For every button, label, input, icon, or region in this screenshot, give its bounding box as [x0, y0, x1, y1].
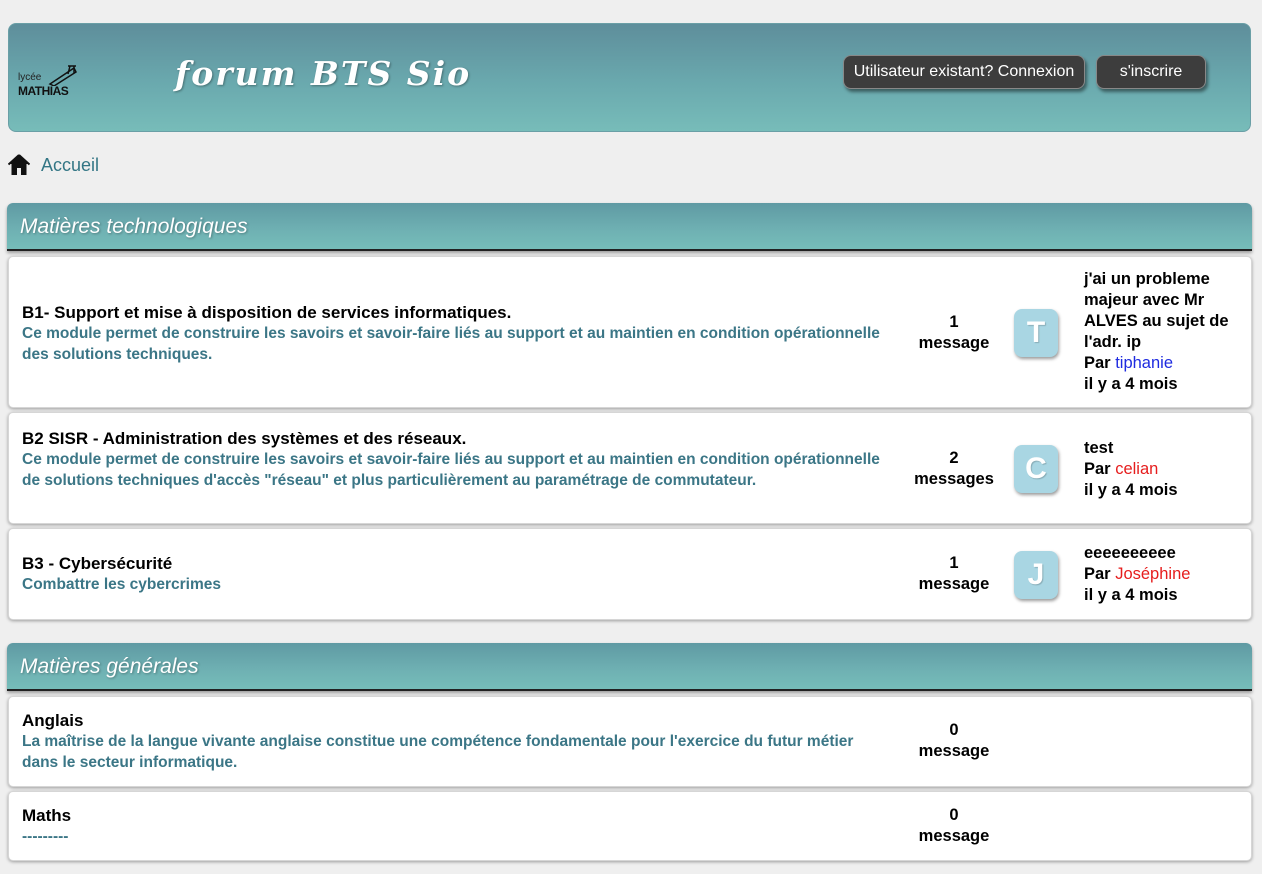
message-count-label: message [918, 334, 990, 352]
author-link[interactable]: celian [1115, 460, 1158, 478]
site-header: lycée MATHIAS forum BTS Sio Utilisateur … [8, 23, 1251, 132]
section-header-generales: Matières générales [7, 643, 1252, 691]
message-count-label: message [918, 575, 990, 593]
message-count: 0 message [899, 720, 1009, 762]
forum-row-b2[interactable]: B2 SISR - Administration des systèmes et… [8, 412, 1252, 524]
last-topic-link[interactable]: j'ai un probleme majeur avec Mr ALVES au… [1084, 269, 1249, 353]
message-count: 1 message [899, 312, 1009, 354]
forum-title[interactable]: forum BTS Sio [175, 54, 471, 93]
message-count: 1 message [899, 553, 1009, 595]
forum-description: Combattre les cybercrimes [22, 576, 222, 593]
section-header-technologiques: Matières technologiques [7, 203, 1252, 251]
forum-title-link[interactable]: Anglais [22, 710, 882, 731]
section-title: Matières technologiques [20, 215, 248, 238]
logo-big-text: MATHIAS [18, 84, 69, 98]
login-button[interactable]: Utilisateur existant? Connexion [843, 55, 1085, 89]
home-icon[interactable] [8, 153, 30, 177]
message-count-number: 0 [949, 721, 959, 739]
forum-info: B1- Support et mise à disposition de ser… [22, 302, 882, 365]
lycee-mathias-logo[interactable]: lycée MATHIAS [18, 64, 80, 104]
logo-pi-mark-icon [48, 65, 77, 86]
last-post-time: il y a 4 mois [1084, 481, 1178, 499]
breadcrumb-home-link[interactable]: Accueil [41, 155, 99, 176]
last-topic-link[interactable]: test [1084, 438, 1249, 459]
last-post-info: j'ai un probleme majeur avec Mr ALVES au… [1084, 269, 1249, 395]
forum-description: Ce module permet de construire les savoi… [22, 325, 880, 363]
message-count-label: messages [914, 470, 994, 488]
message-count-number: 0 [949, 806, 959, 824]
forum-info: B2 SISR - Administration des systèmes et… [22, 428, 882, 491]
signup-button[interactable]: s'inscrire [1096, 55, 1206, 89]
section-title: Matières générales [20, 655, 199, 678]
forum-info: B3 - Cybersécurité Combattre les cybercr… [22, 553, 882, 595]
last-post-time: il y a 4 mois [1084, 586, 1178, 604]
message-count: 0 message [899, 805, 1009, 847]
by-label: Par [1084, 565, 1111, 583]
forum-title-link[interactable]: B2 SISR - Administration des systèmes et… [22, 428, 882, 449]
forum-row-b1[interactable]: B1- Support et mise à disposition de ser… [8, 256, 1252, 408]
breadcrumb: Accueil [8, 153, 99, 177]
by-label: Par [1084, 354, 1111, 372]
forum-description: --------- [22, 828, 69, 845]
message-count-number: 2 [949, 449, 959, 467]
forum-description: La maîtrise de la langue vivante anglais… [22, 733, 854, 771]
message-count-number: 1 [949, 313, 959, 331]
user-avatar[interactable]: J [1014, 551, 1058, 599]
logo-small-text: lycée [18, 72, 42, 83]
user-avatar[interactable]: C [1014, 445, 1058, 493]
forum-row-b3[interactable]: B3 - Cybersécurité Combattre les cybercr… [8, 528, 1252, 620]
forum-info: Maths --------- [22, 805, 882, 847]
forum-title-link[interactable]: B3 - Cybersécurité [22, 553, 882, 574]
message-count-number: 1 [949, 554, 959, 572]
last-post-author-line: Par tiphanie [1084, 353, 1249, 374]
last-post-info: eeeeeeeeee Par Joséphine il y a 4 mois [1084, 543, 1249, 606]
forum-row-maths[interactable]: Maths --------- 0 message [8, 791, 1252, 861]
forum-row-anglais[interactable]: Anglais La maîtrise de la langue vivante… [8, 696, 1252, 787]
message-count-label: message [918, 742, 990, 760]
user-avatar[interactable]: T [1014, 309, 1058, 357]
last-post-time: il y a 4 mois [1084, 375, 1178, 393]
forum-info: Anglais La maîtrise de la langue vivante… [22, 710, 882, 773]
forum-description: Ce module permet de construire les savoi… [22, 451, 880, 489]
forum-title-link[interactable]: B1- Support et mise à disposition de ser… [22, 302, 882, 323]
forum-title-link[interactable]: Maths [22, 805, 882, 826]
last-post-info: test Par celian il y a 4 mois [1084, 438, 1249, 501]
by-label: Par [1084, 460, 1111, 478]
message-count-label: message [918, 827, 990, 845]
message-count: 2 messages [899, 448, 1009, 490]
last-topic-link[interactable]: eeeeeeeeee [1084, 543, 1249, 564]
author-link[interactable]: Joséphine [1115, 565, 1190, 583]
last-post-author-line: Par Joséphine [1084, 564, 1249, 585]
author-link[interactable]: tiphanie [1115, 354, 1173, 372]
last-post-author-line: Par celian [1084, 459, 1249, 480]
